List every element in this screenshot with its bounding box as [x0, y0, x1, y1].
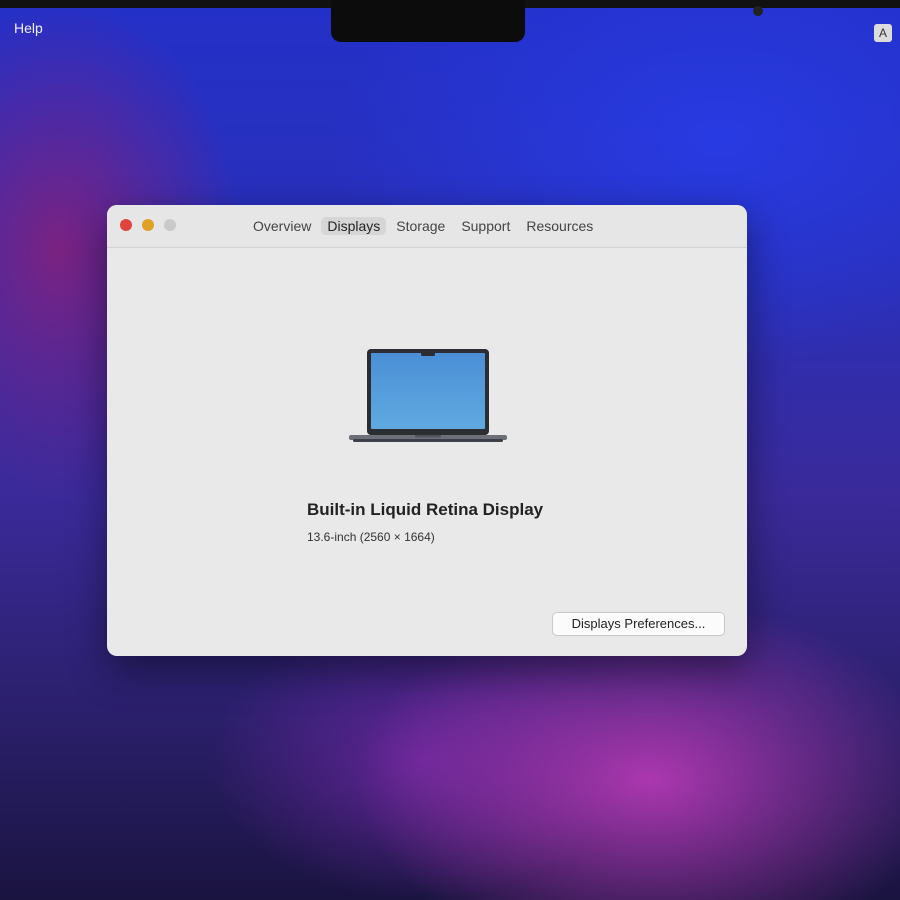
camera-notch	[331, 0, 763, 42]
display-spec: 13.6-inch (2560 × 1664)	[307, 530, 435, 544]
display-name: Built-in Liquid Retina Display	[307, 500, 544, 519]
tab-bar: Overview Displays Storage Support Resour…	[247, 217, 599, 235]
minimize-icon[interactable]	[142, 219, 154, 231]
camera-icon	[753, 6, 763, 16]
window-titlebar: Overview Displays Storage Support Resour…	[107, 205, 747, 248]
tab-displays[interactable]: Displays	[321, 217, 387, 235]
zoom-icon[interactable]	[164, 219, 176, 231]
tab-resources[interactable]: Resources	[520, 217, 599, 235]
laptop-icon	[349, 349, 507, 442]
displays-preferences-button[interactable]: Displays Preferences...	[552, 612, 725, 636]
menu-help[interactable]: Help	[14, 20, 43, 36]
tab-support[interactable]: Support	[455, 217, 516, 235]
input-source-indicator[interactable]: A	[874, 24, 892, 42]
tab-storage[interactable]: Storage	[390, 217, 451, 235]
tab-overview[interactable]: Overview	[247, 217, 317, 235]
close-icon[interactable]	[120, 219, 132, 231]
about-this-mac-window: Overview Displays Storage Support Resour…	[107, 205, 747, 656]
